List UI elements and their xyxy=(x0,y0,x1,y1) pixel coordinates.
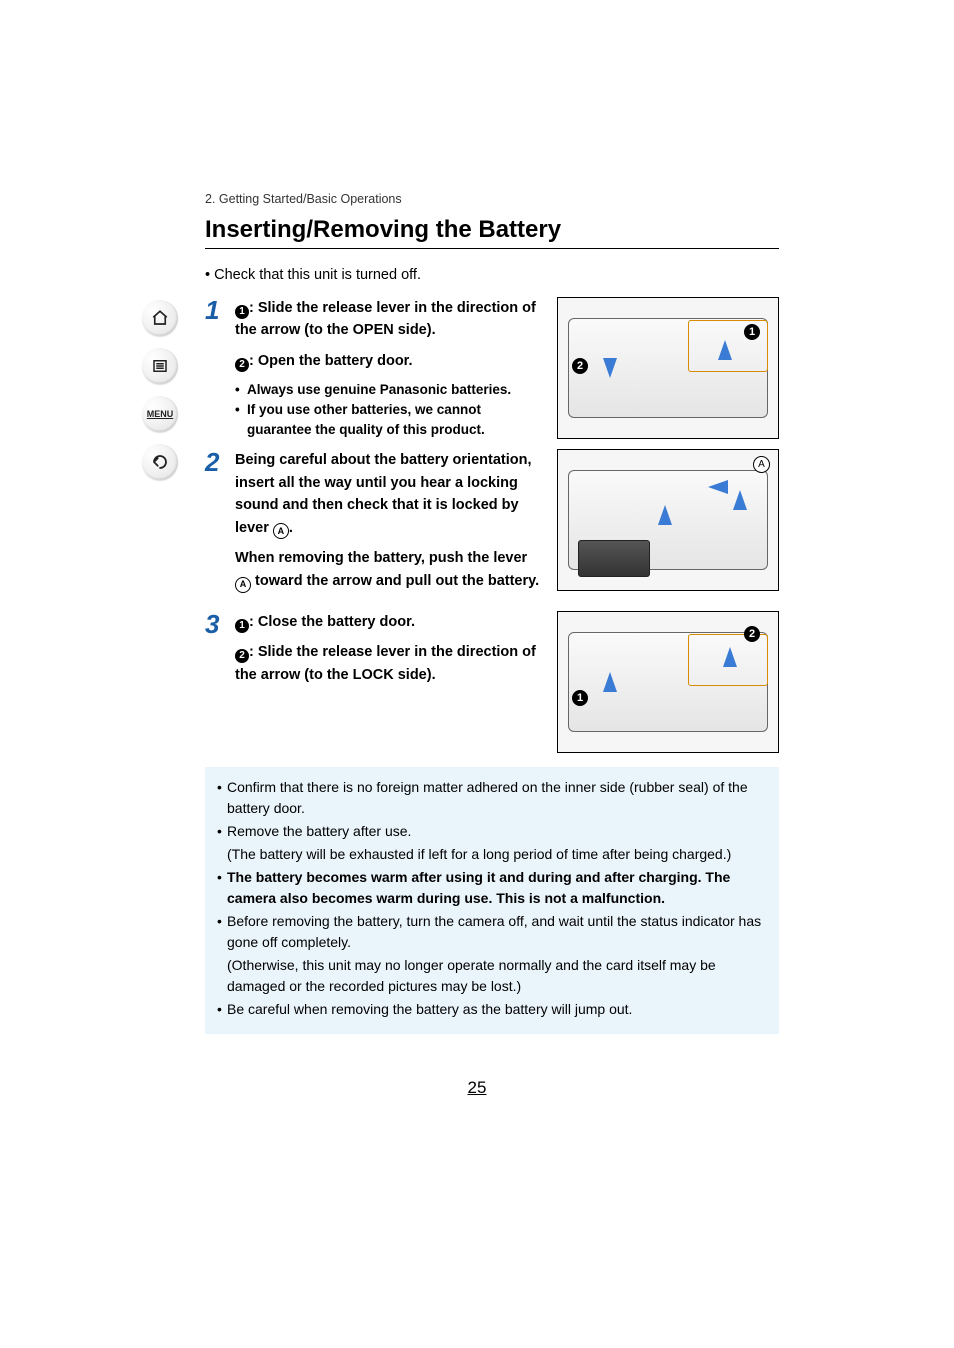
notes-box: •Confirm that there is no foreign matter… xyxy=(205,767,779,1034)
sidebar-nav: MENU xyxy=(140,300,180,480)
fig1-badge2-icon: 2 xyxy=(572,358,588,374)
pre-note: • Check that this unit is turned off. xyxy=(205,267,779,283)
fig2-badgeA-icon: A xyxy=(753,456,770,473)
badge-2-icon: 2 xyxy=(235,358,249,372)
note-2b: (The battery will be exhausted if left f… xyxy=(227,844,767,865)
step3-line1: : Close the battery door. xyxy=(249,614,415,630)
step-number: 1 xyxy=(205,297,235,323)
note-4b: (Otherwise, this unit may no longer oper… xyxy=(227,955,767,997)
step1-line2: : Open the battery door. xyxy=(249,353,413,369)
breadcrumb: 2. Getting Started/Basic Operations xyxy=(205,192,779,206)
step1-sub2: If you use other batteries, we cannot gu… xyxy=(247,400,541,439)
note-3: The battery becomes warm after using it … xyxy=(227,869,730,906)
menu-button[interactable]: MENU xyxy=(142,396,178,432)
list-icon[interactable] xyxy=(142,348,178,384)
note-4a: Before removing the battery, turn the ca… xyxy=(227,911,767,953)
back-icon[interactable] xyxy=(142,444,178,480)
figure-3: 2 1 xyxy=(557,611,779,753)
step1-sub1: Always use genuine Panasonic batteries. xyxy=(247,380,511,400)
step1-line1: : Slide the release lever in the directi… xyxy=(235,300,536,338)
badge-1-icon: 1 xyxy=(235,619,249,633)
page-content: 2. Getting Started/Basic Operations Inse… xyxy=(205,192,779,1034)
fig3-badge1-icon: 1 xyxy=(572,690,588,706)
note-5: Be careful when removing the battery as … xyxy=(227,999,767,1020)
step-number: 3 xyxy=(205,611,235,637)
step-number: 2 xyxy=(205,449,235,475)
step-3: 3 1: Close the battery door. 2: Slide th… xyxy=(205,611,779,753)
fig1-badge1-icon: 1 xyxy=(744,324,760,340)
badge-1-icon: 1 xyxy=(235,305,249,319)
figure-2: A xyxy=(557,449,779,591)
step-1: 1 1: Slide the release lever in the dire… xyxy=(205,297,779,439)
badge-A-icon: A xyxy=(235,577,251,593)
step3-line2: : Slide the release lever in the directi… xyxy=(235,644,536,682)
step2-line2b: toward the arrow and pull out the batter… xyxy=(251,573,539,589)
page-number[interactable]: 25 xyxy=(0,1078,954,1098)
fig3-badge2-icon: 2 xyxy=(744,626,760,642)
page-title: Inserting/Removing the Battery xyxy=(205,216,779,249)
step-2: 2 Being careful about the battery orient… xyxy=(205,449,779,601)
badge-A-icon: A xyxy=(273,523,289,539)
note-1: Confirm that there is no foreign matter … xyxy=(227,777,767,819)
home-icon[interactable] xyxy=(142,300,178,336)
step2-line2a: When removing the battery, push the leve… xyxy=(235,550,527,566)
note-2a: Remove the battery after use. xyxy=(227,823,411,839)
badge-2-icon: 2 xyxy=(235,649,249,663)
step2-line1-tail: . xyxy=(289,520,293,536)
figure-1: 1 2 xyxy=(557,297,779,439)
